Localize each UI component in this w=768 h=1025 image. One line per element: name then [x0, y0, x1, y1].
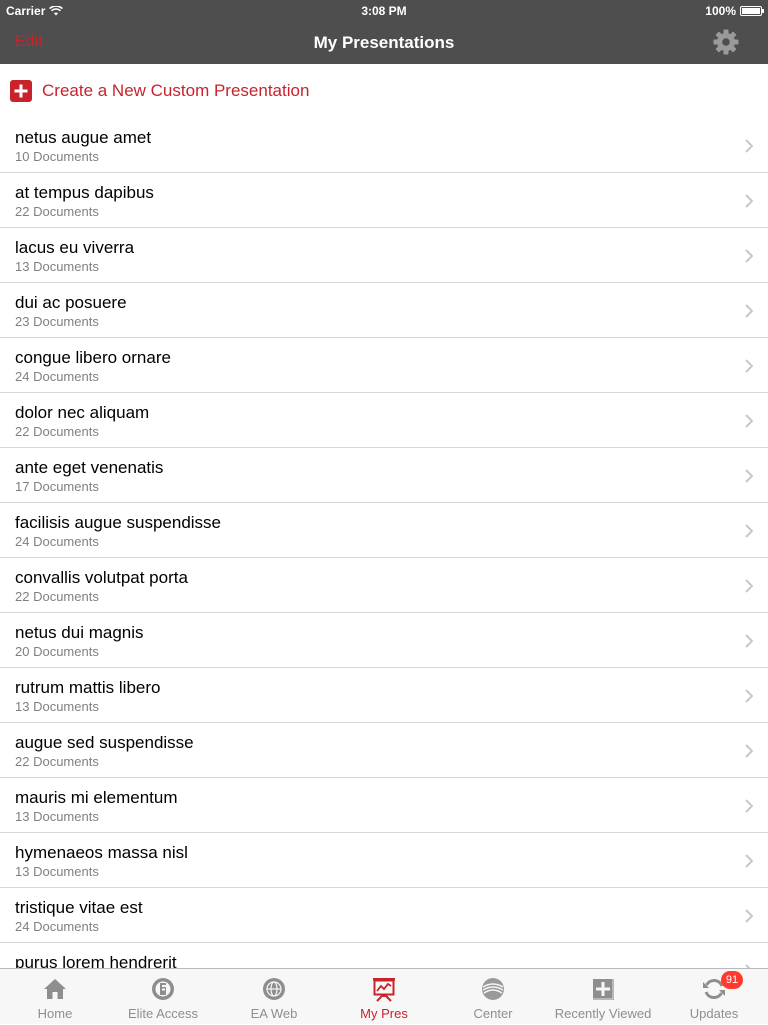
- presentation-title: dolor nec aliquam: [15, 403, 150, 422]
- presentation-doc-count: 17 Documents: [15, 479, 99, 494]
- presentation-doc-count: 13 Documents: [15, 259, 99, 274]
- tab-elite-access[interactable]: Elite Access: [108, 969, 218, 1025]
- chevron-right-icon: [745, 304, 753, 318]
- tab-label: Home: [37, 1006, 73, 1021]
- navigation-bar: Edit My Presentations: [0, 20, 768, 64]
- presentation-doc-count: 22 Documents: [15, 204, 99, 219]
- chevron-right-icon: [745, 469, 753, 483]
- tab-label: Updates: [689, 1006, 739, 1021]
- presentation-row[interactable]: hymenaeos massa nisl 13 Documents: [0, 833, 768, 888]
- page-title: My Presentations: [313, 33, 455, 52]
- chevron-right-icon: [745, 524, 753, 538]
- chevron-right-icon: [745, 689, 753, 703]
- chevron-right-icon: [745, 854, 753, 868]
- globe-icon: [263, 978, 285, 1000]
- presentation-title: netus dui magnis: [15, 623, 144, 642]
- center-icon: [482, 978, 504, 1000]
- battery-icon: [740, 6, 764, 16]
- chevron-right-icon: [745, 414, 753, 428]
- presentation-title: lacus eu viverra: [15, 238, 135, 257]
- create-presentation-button[interactable]: Create a New Custom Presentation: [0, 64, 768, 118]
- tab-recently-viewed[interactable]: Recently Viewed: [548, 969, 658, 1025]
- status-bar: Carrier 3:08 PM 100%: [0, 0, 768, 20]
- status-time: 3:08 PM: [361, 4, 407, 18]
- chevron-right-icon: [745, 799, 753, 813]
- presentation-title: hymenaeos massa nisl: [15, 843, 188, 862]
- tab-updates[interactable]: Updates 91: [659, 969, 768, 1025]
- elite-access-icon: [152, 978, 174, 1000]
- presentation-row[interactable]: tristique vitae est 24 Documents: [0, 888, 768, 943]
- presentation-title: convallis volutpat porta: [15, 568, 188, 587]
- presentation-row[interactable]: facilisis augue suspendisse 24 Documents: [0, 503, 768, 558]
- chevron-right-icon: [745, 359, 753, 373]
- presentation-doc-count: 22 Documents: [15, 754, 99, 769]
- presentation-doc-count: 20 Documents: [15, 644, 99, 659]
- chevron-right-icon: [745, 634, 753, 648]
- tab-my-pres[interactable]: My Pres: [329, 969, 439, 1025]
- create-presentation-label: Create a New Custom Presentation: [42, 81, 310, 100]
- recently-viewed-icon: [591, 977, 614, 1000]
- presentation-title: facilisis augue suspendisse: [15, 513, 222, 532]
- presentation-doc-count: 24 Documents: [15, 919, 99, 934]
- chevron-right-icon: [745, 909, 753, 923]
- presentation-doc-count: 22 Documents: [15, 424, 99, 439]
- presentation-row[interactable]: lacus eu viverra 13 Documents: [0, 228, 768, 283]
- chevron-right-icon: [745, 139, 753, 153]
- tab-center[interactable]: Center: [438, 969, 548, 1025]
- presentation-title: rutrum mattis libero: [15, 678, 161, 697]
- presentation-row[interactable]: congue libero ornare 24 Documents: [0, 338, 768, 393]
- presentation-doc-count: 13 Documents: [15, 809, 99, 824]
- presentation-row[interactable]: dolor nec aliquam 22 Documents: [0, 393, 768, 448]
- presentation-row[interactable]: rutrum mattis libero 13 Documents: [0, 668, 768, 723]
- tab-home[interactable]: Home: [0, 969, 110, 1025]
- presentation-row[interactable]: mauris mi elementum 13 Documents: [0, 778, 768, 833]
- presentation-doc-count: 23 Documents: [15, 314, 99, 329]
- presentation-row[interactable]: dui ac posuere 23 Documents: [0, 283, 768, 338]
- presentation-row[interactable]: netus augue amet 10 Documents: [0, 118, 768, 173]
- presentation-title: congue libero ornare: [15, 348, 171, 367]
- presentation-title: tristique vitae est: [15, 898, 143, 917]
- battery-percent: 100%: [705, 4, 736, 18]
- presentation-row[interactable]: convallis volutpat porta 22 Documents: [0, 558, 768, 613]
- tab-label: EA Web: [250, 1006, 298, 1021]
- presentation-doc-count: 24 Documents: [15, 534, 99, 549]
- presentation-title: mauris mi elementum: [15, 788, 178, 807]
- tab-label: Elite Access: [127, 1006, 199, 1021]
- tab-bar: Home Elite Access EA Web My Pres Center Recen…: [0, 968, 768, 1024]
- gear-icon[interactable]: [712, 28, 740, 56]
- chevron-right-icon: [745, 579, 753, 593]
- presentation-doc-count: 13 Documents: [15, 699, 99, 714]
- tab-label: Recently Viewed: [554, 1006, 652, 1021]
- tab-label: My Pres: [360, 1006, 408, 1021]
- presentation-doc-count: 24 Documents: [15, 369, 99, 384]
- presentation-row[interactable]: augue sed suspendisse 22 Documents: [0, 723, 768, 778]
- home-icon: [44, 979, 66, 999]
- presentation-doc-count: 13 Documents: [15, 864, 99, 879]
- presentation-row[interactable]: netus dui magnis 20 Documents: [0, 613, 768, 668]
- presentation-title: at tempus dapibus: [15, 183, 154, 202]
- chevron-right-icon: [745, 744, 753, 758]
- presentation-row[interactable]: ante eget venenatis 17 Documents: [0, 448, 768, 503]
- presentation-title: netus augue amet: [15, 128, 152, 147]
- tab-ea-web[interactable]: EA Web: [219, 969, 329, 1025]
- chevron-right-icon: [745, 194, 753, 208]
- presentation-title: augue sed suspendisse: [15, 733, 194, 752]
- presentation-title: dui ac posuere: [15, 293, 127, 312]
- presentation-row[interactable]: at tempus dapibus 22 Documents: [0, 173, 768, 228]
- battery-info: 100%: [705, 4, 764, 18]
- tab-label: Center: [473, 1006, 513, 1021]
- presentation-doc-count: 10 Documents: [15, 149, 99, 164]
- plus-box-icon: [10, 80, 32, 102]
- presentation-icon: [373, 978, 395, 1002]
- presentation-doc-count: 22 Documents: [15, 589, 99, 604]
- badge-count: 91: [721, 971, 743, 989]
- chevron-right-icon: [745, 249, 753, 263]
- presentation-list: netus augue amet 10 Documents at tempus da…: [0, 118, 768, 998]
- presentation-title: ante eget venenatis: [15, 458, 164, 477]
